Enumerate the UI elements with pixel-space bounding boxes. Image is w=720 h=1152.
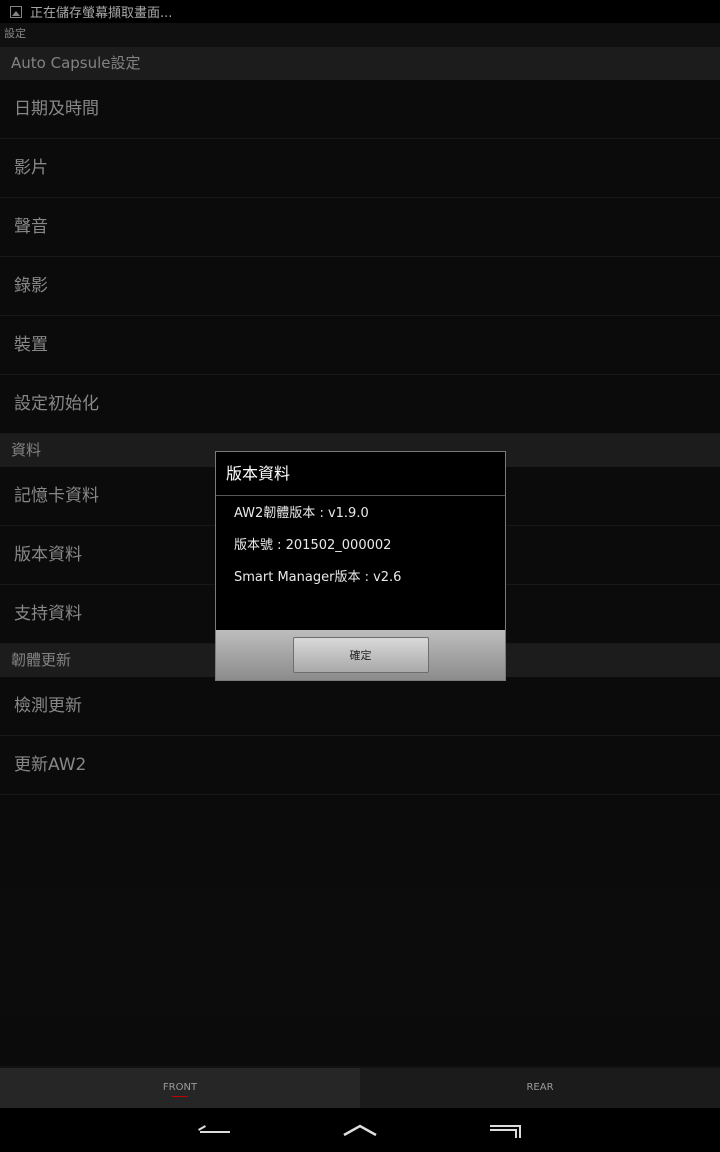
ok-button[interactable]: 確定 [292, 637, 429, 673]
home-icon[interactable] [342, 1121, 378, 1139]
version-info-dialog: 版本資料 AW2韌體版本 : v1.9.0 版本號 : 201502_00000… [215, 451, 506, 681]
build-number-text: 版本號 : 201502_000002 [234, 538, 392, 553]
smart-manager-version-text: Smart Manager版本 : v2.6 [234, 570, 402, 585]
camera-tabs: FRONT REAR [0, 1068, 720, 1108]
dialog-body: AW2韌體版本 : v1.9.0 版本號 : 201502_000002 Sma… [216, 496, 505, 600]
back-icon[interactable] [200, 1131, 230, 1133]
dialog-title: 版本資料 [216, 452, 505, 496]
recent-apps-icon[interactable] [488, 1123, 522, 1139]
tab-front[interactable]: FRONT [0, 1068, 360, 1108]
dialog-footer: 確定 [216, 630, 505, 680]
firmware-version-text: AW2韌體版本 : v1.9.0 [234, 506, 369, 521]
tab-rear[interactable]: REAR [360, 1068, 720, 1108]
